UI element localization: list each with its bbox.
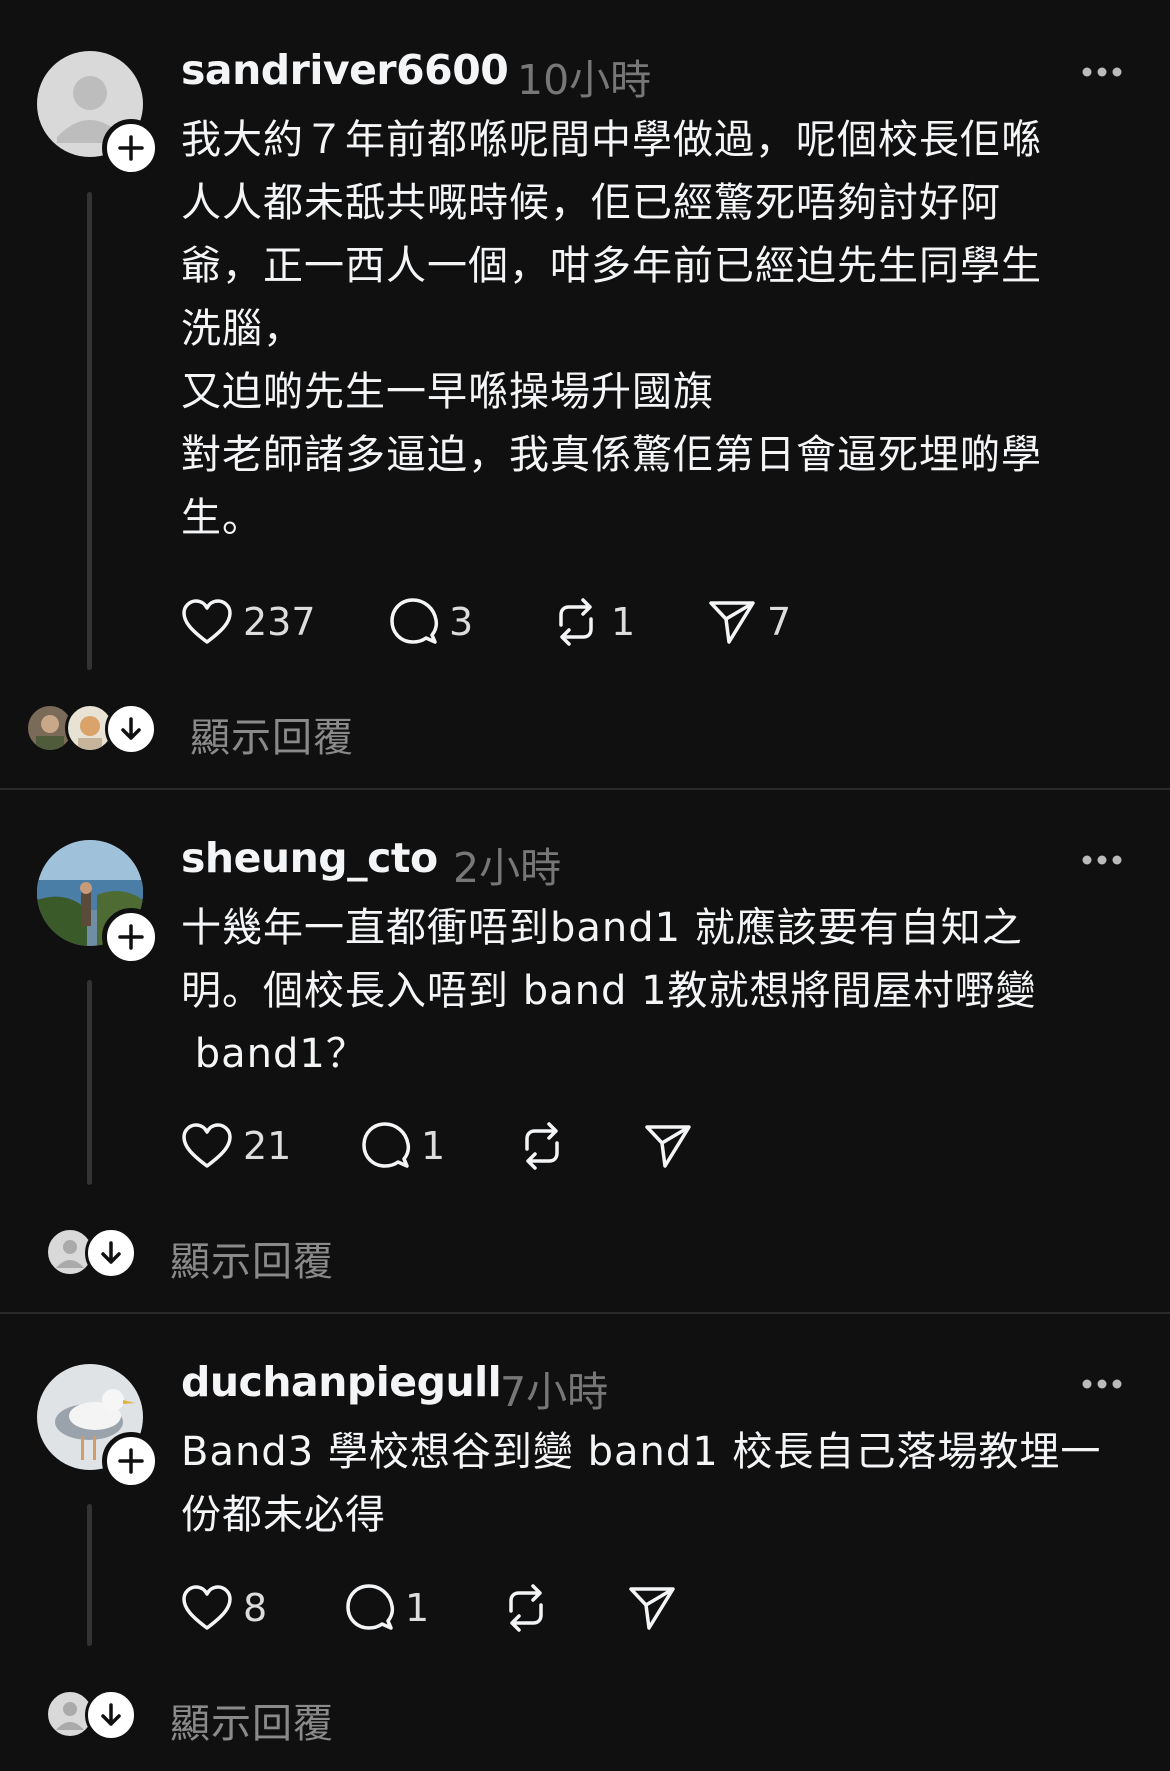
comment-count: 3 [449,600,474,644]
username[interactable]: duchanpiegull [181,1358,502,1406]
like-button[interactable]: 8 [181,1580,267,1636]
thread-line [87,980,92,1185]
follow-button[interactable] [102,119,160,177]
arrow-down-icon [121,717,141,740]
timestamp: 2小時 [453,844,562,892]
heart-icon [182,599,232,644]
like-count: 237 [243,600,316,644]
comment-count: 1 [405,1586,430,1630]
plus-icon [118,135,144,161]
post-3: duchanpiegull 7小時 Band3 學校想谷到變 band1 校長自… [0,1314,1170,1771]
show-replies-label[interactable]: 顯示回覆 [190,705,354,763]
comment-button[interactable]: 1 [345,1580,429,1636]
arrow-down-icon [101,1241,121,1264]
send-icon [629,1587,675,1630]
heart-icon [182,1123,232,1168]
show-replies-label[interactable]: 顯示回覆 [170,1691,334,1749]
timestamp: 10小時 [517,56,652,104]
expand-replies-button[interactable] [105,703,157,755]
share-button[interactable] [627,1580,677,1636]
follow-button[interactable] [102,1432,160,1490]
like-button[interactable]: 21 [181,1118,291,1174]
comment-button[interactable]: 3 [389,594,473,650]
send-icon [709,601,755,644]
share-button[interactable] [643,1118,693,1174]
show-replies-row[interactable]: 顯示回覆 [0,1689,500,1747]
plus-icon [118,1448,144,1474]
follow-button[interactable] [102,908,160,966]
expand-replies-button[interactable] [85,1227,137,1279]
comment-button[interactable]: 1 [361,1118,445,1174]
heart-icon [182,1585,232,1630]
repost-count: 1 [611,600,636,644]
show-replies-row[interactable]: 顯示回覆 [0,703,500,761]
post-text: 我大約７年前都喺呢間中學做過，呢個校長佢喺 人人都未舐共嘅時候，佢已經驚死唔夠討… [181,117,1042,541]
comment-count: 1 [421,1124,446,1168]
share-button[interactable]: 7 [707,594,791,650]
post-text: 十幾年一直都衝唔到band1 就應該要有自知之 明。個校長入唔到 band 1教… [181,905,1037,1077]
like-count: 21 [243,1124,292,1168]
repost-button[interactable] [517,1118,567,1174]
like-count: 8 [243,1586,268,1630]
show-replies-label[interactable]: 顯示回覆 [170,1229,334,1287]
thread-line [87,1504,92,1646]
send-icon [645,1125,691,1168]
post-2: sheung_cto 2小時 十幾年一直都衝唔到band1 就應該要有自知之 明… [0,790,1170,1313]
post-text: Band3 學校想谷到變 band1 校長自己落場教埋一 份都未必得 [181,1429,1102,1538]
comment-bubble-icon [362,1122,411,1168]
more-dots-icon[interactable] [1080,65,1124,79]
timestamp: 7小時 [500,1368,609,1416]
more-dots-icon[interactable] [1080,853,1124,867]
comment-bubble-icon [346,1584,395,1630]
plus-icon [118,924,144,950]
show-replies-row[interactable]: 顯示回覆 [0,1227,500,1285]
expand-replies-button[interactable] [85,1689,137,1741]
share-count: 7 [767,600,792,644]
repost-button[interactable]: 1 [551,594,635,650]
repost-icon [525,1122,559,1170]
repost-icon [559,598,593,646]
like-button[interactable]: 237 [181,594,316,650]
repost-icon [509,1584,543,1632]
more-dots-icon[interactable] [1080,1377,1124,1391]
username[interactable]: sandriver6600 [181,46,509,94]
repost-button[interactable] [501,1580,551,1636]
comment-bubble-icon [390,598,439,644]
thread-line [87,192,92,670]
username[interactable]: sheung_cto [181,834,438,882]
arrow-down-icon [101,1703,121,1726]
post-1: sandriver6600 10小時 我大約７年前都喺呢間中學做過，呢個校長佢喺… [0,0,1170,790]
